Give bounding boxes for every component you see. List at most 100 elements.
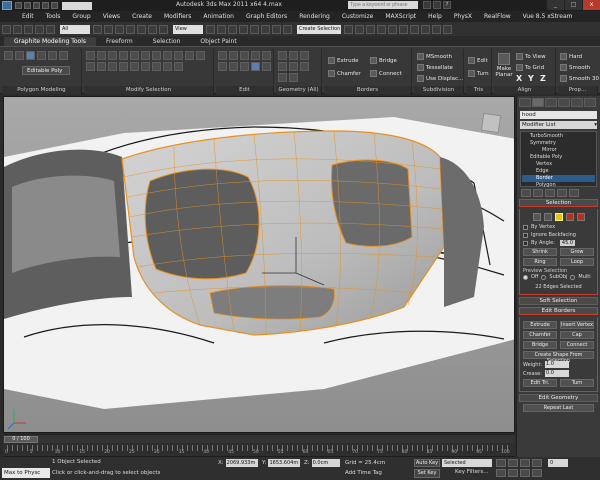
- menu-rendering[interactable]: Rendering: [299, 13, 330, 20]
- motion-tab-icon[interactable]: [558, 98, 570, 107]
- loop-icon[interactable]: [108, 51, 117, 60]
- collapse-icon[interactable]: [289, 73, 298, 82]
- previous-frame-icon[interactable]: [508, 459, 518, 467]
- ring-mode-icon[interactable]: [163, 62, 172, 71]
- stack-item-border[interactable]: Border: [522, 175, 595, 182]
- scale-icon[interactable]: [159, 24, 168, 34]
- edge-subobject-icon[interactable]: [543, 213, 552, 221]
- manipulate-icon[interactable]: [217, 24, 226, 34]
- turn-panel-button[interactable]: Turn: [560, 379, 594, 387]
- edit-tris-button[interactable]: Edit: [468, 57, 488, 64]
- tessellate-button[interactable]: Tessellate: [417, 64, 453, 71]
- minimize-button[interactable]: _: [546, 0, 564, 10]
- step-loop-icon[interactable]: [163, 51, 172, 60]
- z-coordinate-field[interactable]: 0.0cm: [311, 459, 340, 467]
- dot-ring-icon[interactable]: [152, 51, 161, 60]
- undo-toolbar-icon[interactable]: [2, 24, 11, 34]
- menu-create[interactable]: Create: [132, 13, 152, 20]
- stack-item-vertex[interactable]: Vertex: [522, 161, 595, 168]
- search-input[interactable]: [348, 1, 418, 9]
- open-file-icon[interactable]: [24, 2, 31, 9]
- stack-item-editable-poly[interactable]: Editable Poly: [522, 154, 595, 161]
- connect-button[interactable]: Connect: [560, 341, 594, 349]
- angle-snap-icon[interactable]: [250, 24, 259, 34]
- display-tab-icon[interactable]: [571, 98, 583, 107]
- smooth30-button[interactable]: Smooth 30: [560, 75, 599, 82]
- border-subobject-icon[interactable]: [554, 213, 563, 221]
- pattern-icon[interactable]: [108, 62, 117, 71]
- loop-button[interactable]: Loop: [560, 258, 594, 266]
- to-view-button[interactable]: To View: [516, 53, 546, 60]
- preview-subobj-radio[interactable]: [541, 274, 547, 280]
- menu-realflow[interactable]: RealFlow: [484, 13, 511, 20]
- group-label-borders[interactable]: Borders: [324, 86, 412, 94]
- align-y-button[interactable]: Y: [528, 74, 534, 83]
- cut-icon[interactable]: [262, 51, 271, 60]
- star-icon[interactable]: [433, 1, 441, 9]
- tab-freeform[interactable]: Freeform: [96, 37, 143, 46]
- selection-rollout-header[interactable]: Selection: [519, 199, 598, 207]
- next-frame-icon[interactable]: [532, 459, 542, 467]
- polygon-mode-icon[interactable]: [37, 51, 46, 60]
- select-by-name-icon[interactable]: [104, 24, 113, 34]
- cap-poly-icon[interactable]: [289, 62, 298, 71]
- time-slider-thumb[interactable]: 0 / 100: [4, 436, 38, 443]
- save-file-icon[interactable]: [33, 2, 40, 9]
- modify-tab-icon[interactable]: [532, 98, 544, 107]
- detach-icon[interactable]: [278, 62, 287, 71]
- workspace-combo[interactable]: [62, 1, 92, 10]
- step-ring-icon[interactable]: [174, 51, 183, 60]
- object-name-field[interactable]: hood: [520, 111, 597, 119]
- preview-off-radio[interactable]: [523, 274, 528, 280]
- swiftloop-icon[interactable]: [251, 51, 260, 60]
- viewcube-icon[interactable]: [480, 112, 502, 134]
- auto-key-button[interactable]: Auto Key: [414, 459, 440, 467]
- menu-group[interactable]: Group: [72, 13, 90, 20]
- shrink-selection-icon[interactable]: [97, 51, 106, 60]
- binoculars-icon[interactable]: [423, 1, 431, 9]
- render-setup-icon[interactable]: [421, 24, 430, 34]
- outline-icon[interactable]: [185, 51, 194, 60]
- configure-sets-icon[interactable]: [569, 189, 579, 197]
- perspective-select-icon[interactable]: [141, 62, 150, 71]
- by-vertex-checkbox[interactable]: By Vertex: [523, 224, 594, 230]
- menu-animation[interactable]: Animation: [203, 13, 234, 20]
- menu-edit[interactable]: Edit: [22, 13, 34, 20]
- crease-value[interactable]: 0.0: [545, 370, 569, 377]
- layer-manager-icon[interactable]: [366, 24, 375, 34]
- stack-item-polygon[interactable]: Polygon: [522, 182, 595, 189]
- window-crossing-icon[interactable]: [126, 24, 135, 34]
- edit-geometry-rollout-header[interactable]: Edit Geometry: [519, 394, 598, 402]
- y-coordinate-field[interactable]: 1653.604m: [268, 459, 301, 467]
- repeat-last-button[interactable]: Repeat Last: [523, 404, 594, 412]
- perspective-viewport[interactable]: [3, 96, 515, 433]
- show-end-result-icon[interactable]: [533, 189, 543, 197]
- create-icon[interactable]: [289, 51, 298, 60]
- set-flow-icon[interactable]: [262, 62, 271, 71]
- loop-step-icon[interactable]: [174, 62, 183, 71]
- time-slider[interactable]: 0 / 100: [3, 434, 515, 443]
- slice-plane-icon[interactable]: [278, 73, 287, 82]
- stack-item-mirror[interactable]: Mirror: [522, 147, 595, 154]
- edge-mode-icon[interactable]: [15, 51, 24, 60]
- by-angle-checkbox[interactable]: By Angle: 45.0: [523, 240, 594, 246]
- fill-hole-icon[interactable]: [97, 62, 106, 71]
- active-tool-icon[interactable]: [251, 62, 260, 71]
- zoom-icon[interactable]: [496, 469, 506, 477]
- make-unique-icon[interactable]: [545, 189, 555, 197]
- keyboard-shortcut-icon[interactable]: [228, 24, 237, 34]
- ribbon-chamfer-button[interactable]: Chamfer: [328, 70, 361, 77]
- open-selection-icon[interactable]: [152, 62, 161, 71]
- max-logo-icon[interactable]: [2, 1, 12, 10]
- x-coordinate-field[interactable]: 2069.933m: [225, 459, 258, 467]
- vertex-subobject-icon[interactable]: [532, 213, 541, 221]
- preview-multi-radio[interactable]: [570, 274, 576, 280]
- align-z-button[interactable]: Z: [540, 74, 546, 83]
- edit-borders-rollout-header[interactable]: Edit Borders: [519, 307, 598, 315]
- similar-icon[interactable]: [196, 51, 205, 60]
- chamfer-button[interactable]: Chamfer: [523, 331, 557, 339]
- ring-button[interactable]: Ring: [523, 258, 557, 266]
- select-object-icon[interactable]: [93, 24, 102, 34]
- element-subobject-icon[interactable]: [576, 213, 585, 221]
- loop-mode-icon[interactable]: [130, 51, 139, 60]
